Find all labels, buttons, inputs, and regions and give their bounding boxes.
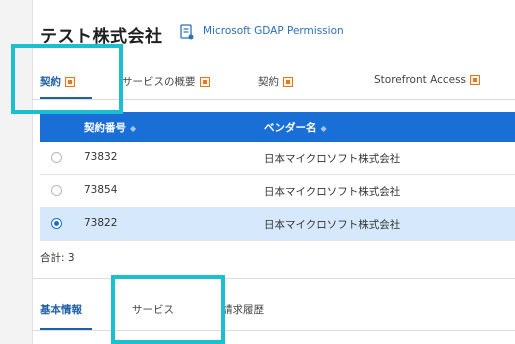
- tab-label: サービスの概要: [122, 76, 196, 88]
- vendor-cell: 日本マイクロソフト株式会社: [264, 219, 401, 231]
- divider: [32, 278, 515, 279]
- main-tabbar: 契約 サービスの概要 契約 Storefront Access: [32, 66, 515, 106]
- status-icon: [65, 76, 75, 87]
- tab-label: Storefront Access: [374, 74, 467, 86]
- vendor-cell: 日本マイクロソフト株式会社: [264, 186, 401, 198]
- table-row[interactable]: 73854 日本マイクロソフト株式会社: [40, 175, 515, 208]
- tab-contract[interactable]: 契約: [40, 74, 75, 89]
- contract-no-cell: 73822: [84, 217, 118, 229]
- row-radio[interactable]: [51, 152, 62, 163]
- status-icon: [199, 76, 210, 87]
- page-title: テスト株式会社: [40, 27, 163, 47]
- column-header-vendor[interactable]: ベンダー名 ◆: [264, 120, 327, 135]
- document-icon[interactable]: [180, 24, 194, 40]
- tab-storefront-access[interactable]: Storefront Access: [374, 74, 481, 86]
- table-header: 契約番号 ◆ ベンダー名 ◆: [40, 112, 515, 142]
- gdap-permission-link[interactable]: Microsoft GDAP Permission: [203, 25, 344, 37]
- divider: [32, 99, 515, 100]
- vendor-cell: 日本マイクロソフト株式会社: [264, 153, 401, 165]
- divider: [32, 330, 515, 331]
- sort-icon: ◆: [320, 124, 327, 133]
- row-radio[interactable]: [51, 185, 62, 196]
- tab-service-overview[interactable]: サービスの概要: [122, 74, 210, 89]
- column-header-contract-no[interactable]: 契約番号 ◆: [84, 120, 136, 135]
- contract-no-cell: 73832: [84, 151, 118, 163]
- tab-contract-2[interactable]: 契約: [258, 74, 293, 89]
- status-icon: [470, 75, 481, 85]
- tab-billing-history[interactable]: 請求履歴: [222, 302, 264, 317]
- status-icon: [283, 76, 293, 87]
- table-row[interactable]: 73832 日本マイクロソフト株式会社: [40, 142, 515, 175]
- table-row-selected[interactable]: 73822 日本マイクロソフト株式会社: [40, 208, 515, 241]
- total-count: 合計: 3: [40, 252, 75, 264]
- row-radio[interactable]: [51, 218, 62, 229]
- sort-icon: ◆: [130, 124, 137, 133]
- tab-label: 契約: [258, 76, 279, 88]
- tab-basic-info[interactable]: 基本情報: [40, 302, 82, 317]
- detail-tabbar: 基本情報 サービス 請求履歴: [32, 296, 515, 332]
- tab-services[interactable]: サービス: [132, 302, 174, 317]
- contract-no-cell: 73854: [84, 184, 118, 196]
- tab-label: 契約: [40, 76, 61, 88]
